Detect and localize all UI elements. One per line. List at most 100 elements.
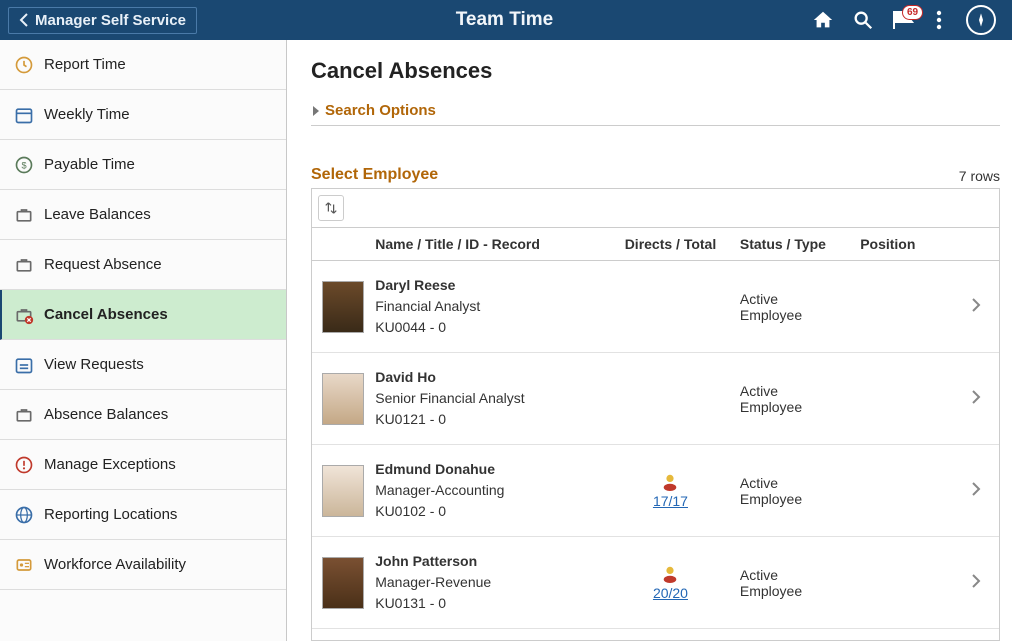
kebab-menu-button[interactable]	[936, 9, 942, 31]
calendar-icon	[14, 105, 34, 125]
table-header: Name / Title / ID - Record Directs / Tot…	[312, 228, 999, 261]
directs-icon	[601, 565, 740, 583]
employee-id: KU0131 - 0	[375, 593, 601, 614]
sidebar-item-label: View Requests	[44, 356, 144, 373]
employee-status: Active	[740, 383, 860, 399]
section-title: Select Employee	[311, 166, 438, 188]
navigator-button[interactable]	[966, 5, 996, 35]
sidebar-item-label: Manage Exceptions	[44, 456, 176, 473]
employee-id: KU0121 - 0	[375, 409, 601, 430]
table-row[interactable]: John PattersonManager-RevenueKU0131 - 02…	[312, 537, 999, 629]
top-actions: 69	[812, 5, 1004, 35]
table-row[interactable]: Edmund DonahueManager-AccountingKU0102 -…	[312, 445, 999, 537]
directs-link[interactable]: 20/20	[653, 585, 688, 601]
avatar	[322, 465, 364, 517]
suitcase-icon	[14, 255, 34, 275]
page-title: Cancel Absences	[311, 58, 1000, 84]
sidebar-item-label: Request Absence	[44, 256, 162, 273]
suitcase-x-icon	[14, 305, 34, 325]
sidebar-item-label: Cancel Absences	[44, 306, 168, 323]
suitcase-icon	[14, 205, 34, 225]
col-directs-header[interactable]: Directs / Total	[601, 236, 740, 252]
sidebar-item-absence-balances[interactable]: Absence Balances	[0, 390, 286, 440]
badge-icon	[14, 555, 34, 575]
chevron-left-icon	[19, 13, 29, 27]
employee-title: Senior Financial Analyst	[375, 388, 601, 409]
employee-status: Active	[740, 567, 860, 583]
employee-type: Employee	[740, 399, 860, 415]
row-caret	[953, 573, 999, 592]
back-button[interactable]: Manager Self Service	[8, 7, 197, 34]
sidebar-item-label: Absence Balances	[44, 406, 168, 423]
avatar	[322, 281, 364, 333]
search-button[interactable]	[852, 9, 874, 31]
avatar	[322, 373, 364, 425]
sort-bar	[311, 189, 1000, 228]
sidebar-item-label: Leave Balances	[44, 206, 151, 223]
directs-link[interactable]: 17/17	[653, 493, 688, 509]
sidebar-item-view-requests[interactable]: View Requests	[0, 340, 286, 390]
employee-type: Employee	[740, 583, 860, 599]
topbar: Manager Self Service Team Time 69	[0, 0, 1012, 40]
search-options-label: Search Options	[325, 102, 436, 119]
row-caret	[953, 389, 999, 408]
sidebar-item-weekly-time[interactable]: Weekly Time	[0, 90, 286, 140]
clock-icon	[14, 55, 34, 75]
employee-id: KU0102 - 0	[375, 501, 601, 522]
sidebar-item-payable-time[interactable]: $Payable Time	[0, 140, 286, 190]
employee-name: Daryl Reese	[375, 275, 601, 296]
sidebar-item-label: Workforce Availability	[44, 556, 186, 573]
employee-status: Active	[740, 291, 860, 307]
sidebar-item-label: Reporting Locations	[44, 506, 177, 523]
sort-button[interactable]	[318, 195, 344, 221]
row-caret	[953, 481, 999, 500]
avatar	[322, 557, 364, 609]
calendar-list-icon	[14, 355, 34, 375]
employee-name: Edmund Donahue	[375, 459, 601, 480]
sidebar-item-leave-balances[interactable]: Leave Balances	[0, 190, 286, 240]
col-position-header[interactable]: Position	[860, 236, 953, 252]
suitcase-icon	[14, 405, 34, 425]
employee-name: John Patterson	[375, 551, 601, 572]
sort-icon	[324, 201, 338, 215]
main-content: Cancel Absences Search Options Select Em…	[287, 40, 1012, 641]
sidebar-item-label: Report Time	[44, 56, 126, 73]
directs-icon	[601, 473, 740, 491]
caret-right-icon	[311, 105, 321, 117]
sidebar-item-reporting-locations[interactable]: Reporting Locations	[0, 490, 286, 540]
employee-type: Employee	[740, 491, 860, 507]
employee-name: David Ho	[375, 367, 601, 388]
row-caret	[953, 297, 999, 316]
kebab-icon	[936, 9, 942, 31]
employee-title: Manager-Accounting	[375, 480, 601, 501]
table-row[interactable]: Daryl ReeseFinancial AnalystKU0044 - 0 Ac…	[312, 261, 999, 353]
employee-table: Name / Title / ID - Record Directs / Tot…	[311, 228, 1000, 641]
sidebar-item-report-time[interactable]: Report Time	[0, 40, 286, 90]
back-label: Manager Self Service	[35, 12, 186, 29]
table-body: Daryl ReeseFinancial AnalystKU0044 - 0 Ac…	[312, 261, 999, 640]
sidebar-item-cancel-absences[interactable]: Cancel Absences	[0, 290, 286, 340]
employee-title: Financial Analyst	[375, 296, 601, 317]
svg-text:$: $	[21, 160, 26, 170]
sidebar-item-manage-exceptions[interactable]: Manage Exceptions	[0, 440, 286, 490]
alert-icon	[14, 455, 34, 475]
row-count: 7 rows	[959, 168, 1000, 188]
employee-type: Employee	[740, 307, 860, 323]
sidebar-item-request-absence[interactable]: Request Absence	[0, 240, 286, 290]
search-options-toggle[interactable]: Search Options	[311, 102, 1000, 126]
compass-icon	[973, 12, 989, 28]
notifications-button[interactable]: 69	[892, 9, 918, 31]
page-header-title: Team Time	[197, 9, 812, 31]
table-row[interactable]: David HoSenior Financial AnalystKU0121 -…	[312, 353, 999, 445]
employee-status: Active	[740, 475, 860, 491]
section-header: Select Employee 7 rows	[311, 166, 1000, 189]
notification-badge: 69	[902, 5, 923, 20]
sidebar-item-label: Weekly Time	[44, 106, 130, 123]
sidebar: Report Time Weekly Time $Payable Time Leave…	[0, 40, 287, 641]
home-icon	[812, 9, 834, 31]
col-status-header[interactable]: Status / Type	[740, 236, 860, 252]
col-name-header[interactable]: Name / Title / ID - Record	[371, 236, 601, 252]
home-button[interactable]	[812, 9, 834, 31]
sidebar-item-workforce-availability[interactable]: Workforce Availability	[0, 540, 286, 590]
employee-id: KU0044 - 0	[375, 317, 601, 338]
